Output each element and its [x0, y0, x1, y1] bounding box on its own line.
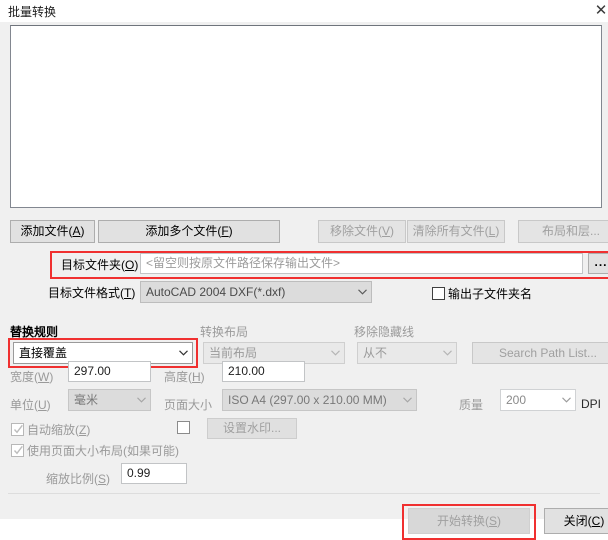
- browse-folder-button[interactable]: ...: [588, 253, 608, 274]
- close-icon[interactable]: ✕: [590, 1, 608, 19]
- watermark-settings-button[interactable]: 设置水印...: [207, 418, 297, 439]
- quality-combo[interactable]: 200: [500, 389, 576, 411]
- page-size-label: 页面大小: [164, 398, 213, 412]
- start-convert-label: 开始转换(S): [436, 514, 501, 528]
- add-file-label: 添加文件(A): [20, 224, 85, 238]
- auto-scale-checkbox[interactable]: [11, 423, 24, 436]
- remove-file-label: 移除文件(V): [329, 224, 394, 238]
- add-multiple-files-button[interactable]: 添加多个文件(F): [98, 220, 280, 243]
- chevron-down-icon[interactable]: [326, 343, 344, 363]
- add-file-button[interactable]: 添加文件(A): [10, 220, 95, 243]
- width-label: 宽度(W): [10, 370, 54, 384]
- target-format-value: AutoCAD 2004 DXF(*.dxf): [146, 285, 286, 299]
- layout-and-layers-button[interactable]: 布局和层...: [518, 220, 608, 243]
- height-input[interactable]: 210.00: [222, 361, 305, 382]
- unit-label: 单位(U): [10, 398, 51, 412]
- search-path-list-label: Search Path List...: [498, 346, 598, 360]
- check-icon: [13, 444, 24, 457]
- output-subfolder-checkbox[interactable]: [432, 287, 445, 300]
- chevron-down-icon[interactable]: [557, 390, 575, 410]
- watermark-checkbox-row[interactable]: [177, 421, 190, 434]
- convert-layout-label: 转换布局: [200, 325, 249, 339]
- close-button-label: 关闭(C): [563, 514, 605, 528]
- dialog-client-area: 添加文件(A) 添加多个文件(F) 移除文件(V) 清除所有文件(L) 布局和层…: [0, 22, 608, 540]
- scale-ratio-input[interactable]: 0.99: [121, 463, 187, 484]
- footer-separator: [8, 493, 600, 494]
- use-page-layout-checkbox-row[interactable]: 使用页面大小布局(如果可能): [11, 442, 179, 459]
- target-format-combo[interactable]: AutoCAD 2004 DXF(*.dxf): [140, 281, 372, 303]
- target-folder-label: 目标文件夹(O): [61, 258, 138, 272]
- start-convert-button[interactable]: 开始转换(S): [408, 508, 530, 534]
- page-size-combo[interactable]: ISO A4 (297.00 x 210.00 MM): [222, 389, 417, 411]
- close-button[interactable]: 关闭(C): [544, 508, 608, 534]
- watermark-settings-label: 设置水印...: [222, 421, 281, 435]
- replace-rule-label: 替换规则: [10, 325, 59, 339]
- quality-unit-label: DPI: [581, 397, 602, 411]
- layout-and-layers-label: 布局和层...: [541, 224, 600, 238]
- remove-hidden-lines-value: 从不: [363, 346, 388, 360]
- chevron-down-icon[interactable]: [132, 390, 150, 410]
- chevron-down-icon[interactable]: [353, 282, 371, 302]
- remove-hidden-lines-combo[interactable]: 从不: [357, 342, 457, 364]
- check-icon: [13, 423, 24, 436]
- quality-value: 200: [506, 393, 527, 407]
- use-page-layout-checkbox[interactable]: [11, 444, 24, 457]
- remove-hidden-lines-label: 移除隐藏线: [354, 325, 415, 339]
- search-path-list-button[interactable]: Search Path List...: [472, 342, 608, 364]
- chevron-down-icon[interactable]: [174, 343, 192, 363]
- replace-rule-value: 直接覆盖: [19, 346, 68, 360]
- page-size-value: ISO A4 (297.00 x 210.00 MM): [228, 393, 387, 407]
- use-page-layout-label: 使用页面大小布局(如果可能): [27, 444, 179, 458]
- output-subfolder-checkbox-row[interactable]: 输出子文件夹名: [432, 285, 532, 302]
- title-bar: 批量转换 ✕: [0, 0, 608, 22]
- target-format-label: 目标文件格式(T): [48, 286, 135, 300]
- target-folder-input[interactable]: <留空则按原文件路径保存输出文件>: [140, 253, 583, 274]
- batch-convert-dialog: 批量转换 ✕ 添加文件(A) 添加多个文件(F) 移除文件(V) 清除所有文件(…: [0, 0, 608, 540]
- chevron-down-icon[interactable]: [398, 390, 416, 410]
- file-list[interactable]: [10, 25, 602, 208]
- convert-layout-value: 当前布局: [209, 346, 258, 360]
- add-multiple-files-label: 添加多个文件(F): [145, 224, 233, 238]
- target-format-label-text: 目标文件格式(T): [48, 286, 136, 300]
- auto-scale-label: 自动缩放(Z): [27, 423, 91, 437]
- remove-file-button[interactable]: 移除文件(V): [318, 220, 406, 243]
- quality-label: 质量: [459, 398, 484, 412]
- height-label: 高度(H): [164, 370, 205, 384]
- target-folder-label-text: 目标文件夹(O): [61, 258, 139, 272]
- unit-value: 毫米: [74, 393, 99, 407]
- scale-ratio-label: 缩放比例(S): [46, 472, 111, 486]
- width-input[interactable]: 297.00: [68, 361, 151, 382]
- watermark-checkbox[interactable]: [177, 421, 190, 434]
- output-subfolder-label: 输出子文件夹名: [448, 287, 533, 301]
- browse-folder-label: ...: [594, 255, 608, 269]
- auto-scale-checkbox-row[interactable]: 自动缩放(Z): [11, 421, 90, 438]
- unit-combo[interactable]: 毫米: [68, 389, 151, 411]
- chevron-down-icon[interactable]: [438, 343, 456, 363]
- window-title: 批量转换: [8, 5, 57, 19]
- clear-all-files-button[interactable]: 清除所有文件(L): [407, 220, 505, 243]
- clear-all-files-label: 清除所有文件(L): [412, 224, 500, 238]
